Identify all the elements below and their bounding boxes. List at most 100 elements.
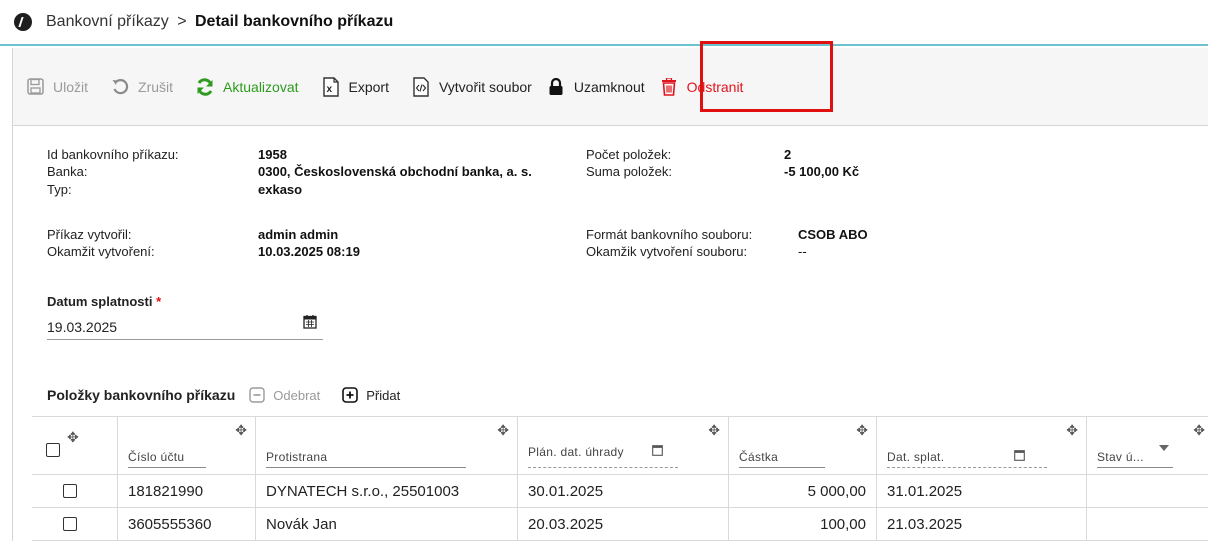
calendar-icon[interactable]: [303, 314, 317, 332]
column-underline: [266, 467, 466, 468]
table-row[interactable]: 3605555360 Novák Jan 20.03.2025 100,00 2…: [32, 508, 1208, 541]
row-checkbox[interactable]: [62, 517, 77, 531]
select-all-checkbox[interactable]: [46, 443, 60, 457]
create-file-button[interactable]: Vytvořit soubor: [411, 76, 532, 97]
code-file-icon: [411, 76, 431, 97]
order-id-value: 1958: [258, 147, 287, 162]
detail-panel: Id bankovního příkazu: 1958 Banka: 0300,…: [12, 126, 1208, 541]
title-bar: Bankovní příkazy > Detail bankovního pří…: [0, 0, 1208, 46]
column-underline: [528, 467, 678, 468]
cell-counterparty: Novák Jan: [256, 508, 518, 540]
highlight-box-delete: [700, 41, 833, 112]
svg-text:x: x: [326, 84, 332, 95]
move-icon[interactable]: ✥: [67, 429, 79, 446]
item-sum-label: Suma položek:: [586, 164, 672, 179]
excel-icon: x: [321, 76, 341, 97]
undo-icon: [110, 77, 130, 97]
column-underline: [128, 467, 206, 468]
header-select-all: ✥: [32, 417, 118, 475]
cell-amount: 100,00: [729, 508, 877, 540]
header-counterparty[interactable]: ✥ Protistrana: [256, 417, 518, 475]
created-by-value: admin admin: [258, 227, 339, 242]
cell-account: 3605555360: [118, 508, 256, 540]
column-due-date: Dat. splat.: [887, 450, 945, 464]
row-checkbox-cell: [32, 508, 118, 540]
header-planned-date[interactable]: ✥ Plán. dat. úhrady: [518, 417, 729, 475]
table-row[interactable]: 181821990 DYNATECH s.r.o., 25501003 30.0…: [32, 475, 1208, 508]
calendar-icon[interactable]: [1014, 449, 1025, 464]
column-account: Číslo účtu: [128, 450, 185, 464]
type-value: exkaso: [258, 182, 303, 197]
move-icon[interactable]: ✥: [1193, 422, 1205, 439]
move-icon[interactable]: ✥: [497, 422, 509, 439]
created-at-value: 10.03.2025 08:19: [258, 244, 360, 259]
cell-counterparty: DYNATECH s.r.o., 25501003: [256, 475, 518, 507]
cell-status: [1087, 508, 1208, 540]
minus-box-icon: [249, 387, 265, 403]
created-by-label: Příkaz vytvořil:: [47, 227, 132, 242]
file-format-label: Formát bankovního souboru:: [586, 227, 753, 242]
toolbar: Uložit Zrušit Aktualizovat x Export Vytv…: [12, 48, 1208, 126]
calendar-icon[interactable]: [652, 444, 663, 459]
export-button[interactable]: x Export: [321, 76, 389, 97]
trash-icon: [659, 77, 679, 97]
add-item-button[interactable]: Přidat: [342, 387, 400, 403]
lock-icon: [546, 77, 566, 97]
save-button[interactable]: Uložit: [25, 77, 88, 97]
remove-item-label: Odebrat: [273, 387, 321, 403]
plus-box-icon: [342, 387, 359, 403]
column-underline: [887, 467, 1047, 468]
due-date-input[interactable]: 19.03.2025: [47, 314, 323, 340]
bank-value: 0300, Československá obchodní banka, a. …: [258, 164, 532, 179]
cancel-button[interactable]: Zrušit: [110, 77, 173, 97]
header-status[interactable]: ✥ Stav ú...: [1087, 417, 1208, 475]
move-icon[interactable]: ✥: [1066, 422, 1078, 439]
save-icon: [25, 77, 45, 97]
items-title: Položky bankovního příkazu: [47, 387, 236, 403]
type-label: Typ:: [47, 182, 72, 197]
column-underline: [1097, 467, 1173, 468]
app-logo-icon: [14, 13, 32, 31]
refresh-icon: [195, 77, 215, 97]
column-amount: Částka: [739, 450, 779, 464]
bank-label: Banka:: [47, 164, 88, 179]
header-amount[interactable]: ✥ Částka: [729, 417, 877, 475]
move-icon[interactable]: ✥: [235, 422, 247, 439]
move-icon[interactable]: ✥: [856, 422, 868, 439]
cell-planned-date: 30.01.2025: [518, 475, 729, 507]
remove-item-button[interactable]: Odebrat: [249, 387, 320, 403]
breadcrumb: Bankovní příkazy > Detail bankovního pří…: [46, 13, 393, 31]
due-date-value: 19.03.2025: [47, 319, 118, 335]
chevron-down-icon[interactable]: [1159, 445, 1169, 451]
cancel-button-label: Zrušit: [138, 78, 174, 95]
move-icon[interactable]: ✥: [708, 422, 720, 439]
due-date-label: Datum splatnosti *: [47, 294, 161, 309]
item-count-value: 2: [784, 147, 792, 162]
cell-status: [1087, 475, 1208, 507]
header-account[interactable]: ✥ Číslo účtu: [118, 417, 256, 475]
export-button-label: Export: [348, 78, 389, 95]
breadcrumb-parent-link[interactable]: Bankovní příkazy: [46, 13, 169, 30]
cell-account: 181821990: [118, 475, 256, 507]
refresh-button-label: Aktualizovat: [223, 78, 299, 95]
cell-planned-date: 20.03.2025: [518, 508, 729, 540]
refresh-button[interactable]: Aktualizovat: [195, 77, 299, 97]
row-checkbox-cell: [32, 475, 118, 507]
file-format-value: CSOB ABO: [798, 227, 868, 242]
item-sum-value: -5 100,00 Kč: [784, 164, 860, 179]
items-toolbar: Položky bankovního příkazu Odebrat Přida…: [47, 384, 422, 406]
save-button-label: Uložit: [53, 78, 89, 95]
created-at-label: Okamžit vytvoření:: [47, 244, 155, 259]
breadcrumb-separator: >: [177, 13, 187, 30]
cell-due-date: 21.03.2025: [877, 508, 1087, 540]
lock-button[interactable]: Uzamknout: [546, 77, 645, 97]
row-checkbox[interactable]: [62, 484, 77, 498]
header-due-date[interactable]: ✥ Dat. splat.: [877, 417, 1087, 475]
column-underline: [739, 467, 825, 468]
file-created-label: Okamžik vytvoření souboru:: [586, 244, 748, 259]
column-counterparty: Protistrana: [266, 450, 328, 464]
grid-header: ✥ ✥ Číslo účtu ✥ Protistrana ✥ Plán. dat…: [32, 417, 1208, 475]
add-item-label: Přidat: [366, 387, 401, 403]
cell-due-date: 31.01.2025: [877, 475, 1087, 507]
due-date-label-text: Datum splatnosti: [47, 294, 153, 309]
